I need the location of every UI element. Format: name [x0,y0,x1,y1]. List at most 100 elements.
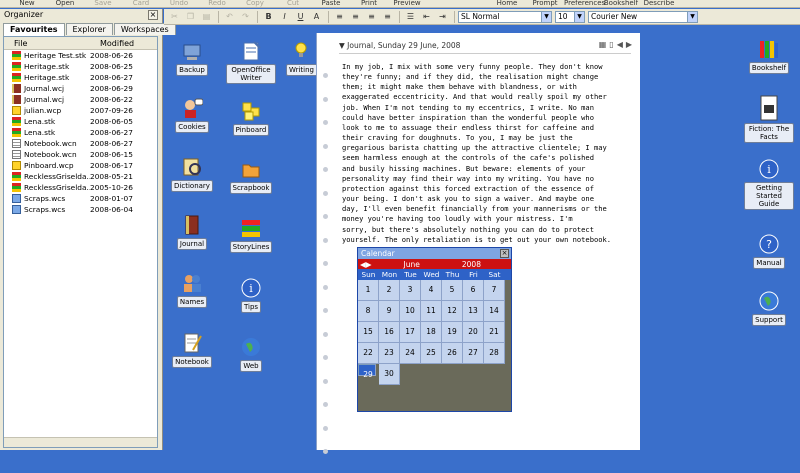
file-row[interactable]: Notebook.wcn 2008-06-15 [4,149,157,160]
menu-copy[interactable]: Copy [236,0,274,7]
calendar-day[interactable]: 23 [379,343,400,364]
desktop-item-notebook[interactable]: Notebook [168,332,216,368]
menu-cut[interactable]: Cut [274,0,312,7]
calendar-day[interactable]: 17 [400,322,421,343]
font-size-select[interactable]: 10 ▼ [555,10,585,23]
journal-text[interactable]: In my job, I mix with some very funny pe… [342,62,634,245]
desktop-item-pinboard[interactable]: Pinboard [226,100,276,136]
right-item-manual[interactable]: ? Manual [746,233,792,269]
file-row[interactable]: Scraps.wcs 2008-06-04 [4,204,157,215]
menu-save[interactable]: Save [84,0,122,7]
file-row[interactable]: Journal.wcj 2008-06-22 [4,94,157,105]
file-row[interactable]: Pinboard.wcp 2008-06-17 [4,160,157,171]
cut-icon[interactable]: ✂ [167,10,182,23]
file-row[interactable]: Notebook.wcn 2008-06-27 [4,138,157,149]
highlight-button[interactable]: A [309,10,324,23]
column-header-modified[interactable]: Modified [90,37,134,49]
desktop-item-tips[interactable]: i Tips [226,277,276,313]
align-right-icon[interactable]: ≡ [364,10,379,23]
tab-favourites[interactable]: Favourites [3,23,65,36]
calendar-day[interactable]: 6 [463,280,484,301]
calendar-month[interactable]: June [404,260,420,269]
desktop-item-names[interactable]: Names [168,272,216,308]
style-select[interactable]: SL Normal ▼ [458,10,552,23]
font-family-select[interactable]: Courier New ▼ [588,10,698,23]
right-item-support[interactable]: Support [746,290,792,326]
close-icon[interactable]: × [148,10,158,20]
previous-entry-icon[interactable]: ◀ [617,40,623,49]
file-row[interactable]: Heritage Test.stk 2008-06-26 [4,50,157,61]
previous-month-icon[interactable]: ◀▶ [360,260,372,269]
desktop-item-storylines[interactable]: StoryLines [226,217,276,253]
menu-bookshelf[interactable]: Bookshelf [602,0,640,7]
desktop-item-writing-prompts[interactable]: Writing Prompts [286,40,316,76]
italic-button[interactable]: I [277,10,292,23]
calendar-day[interactable]: 25 [421,343,442,364]
desktop-item-backup[interactable]: Backup [168,40,216,76]
file-row[interactable]: Journal.wcj 2008-06-29 [4,83,157,94]
page-icon[interactable]: ▯ [609,40,613,49]
align-center-icon[interactable]: ≡ [348,10,363,23]
calendar-day[interactable]: 22 [358,343,379,364]
bullet-list-icon[interactable]: ☰ [403,10,418,23]
desktop-item-journal[interactable]: Journal [168,214,216,250]
copy-icon[interactable]: ❐ [183,10,198,23]
menu-undo[interactable]: Undo [160,0,198,7]
calendar-day[interactable]: 21 [484,322,505,343]
calendar-day[interactable]: 11 [421,301,442,322]
calendar-day[interactable]: 2 [379,280,400,301]
menu-describe[interactable]: Describe [640,0,678,7]
outdent-icon[interactable]: ⇤ [419,10,434,23]
menu-print[interactable]: Print [350,0,388,7]
calendar-day[interactable]: 24 [400,343,421,364]
redo-icon[interactable]: ↷ [238,10,253,23]
menu-preferences[interactable]: Preferences [564,0,605,7]
file-row[interactable]: Heritage.stk 2008-06-25 [4,61,157,72]
file-row[interactable]: Lena.stk 2008-06-05 [4,116,157,127]
calendar-day[interactable]: 27 [463,343,484,364]
desktop-item-web[interactable]: Web [226,336,276,372]
file-row[interactable]: julian.wcp 2007-09-26 [4,105,157,116]
menu-prompt[interactable]: Prompt [526,0,564,7]
horizontal-scrollbar[interactable] [4,437,157,447]
menu-paste[interactable]: Paste [312,0,350,7]
calendar-day[interactable]: 5 [442,280,463,301]
desktop-item-openoffice-writer[interactable]: OpenOffice Writer [226,40,276,84]
column-header-file[interactable]: File [4,37,90,49]
close-icon[interactable]: × [500,249,509,258]
indent-icon[interactable]: ⇥ [435,10,450,23]
menu-home[interactable]: Home [488,0,526,7]
calendar-day[interactable]: 29 [358,364,376,379]
desktop-item-dictionary[interactable]: Dictionary [168,156,216,192]
calendar-day[interactable]: 30 [379,364,400,385]
file-row[interactable]: RecklessGriselda... 2008-05-21 [4,171,157,182]
desktop-item-cookies[interactable]: Cookies [168,97,216,133]
file-row[interactable]: Lena.stk 2008-06-27 [4,127,157,138]
calendar-day[interactable]: 20 [463,322,484,343]
right-item-getting-started-guide[interactable]: i Getting Started Guide [744,158,794,210]
file-row[interactable]: RecklessGriselda... 2005-10-26 [4,182,157,193]
menu-new[interactable]: New [8,0,46,7]
calendar-day[interactable]: 12 [442,301,463,322]
file-row[interactable]: Scraps.wcs 2008-01-07 [4,193,157,204]
calendar-day[interactable]: 3 [400,280,421,301]
calendar-day[interactable]: 28 [484,343,505,364]
menu-card[interactable]: Card [122,0,160,7]
bold-button[interactable]: B [261,10,276,23]
calendar-day[interactable]: 16 [379,322,400,343]
calendar-day[interactable]: 18 [421,322,442,343]
menu-open[interactable]: Open [46,0,84,7]
calendar-day[interactable]: 1 [358,280,379,301]
calendar-day[interactable]: 26 [442,343,463,364]
underline-button[interactable]: U [293,10,308,23]
menu-redo[interactable]: Redo [198,0,236,7]
right-item-bookshelf[interactable]: Bookshelf [746,38,792,74]
next-entry-icon[interactable]: ▶ [626,40,632,49]
tab-explorer[interactable]: Explorer [65,23,113,35]
calendar-day[interactable]: 14 [484,301,505,322]
justify-icon[interactable]: ≡ [380,10,395,23]
calendar-day[interactable]: 19 [442,322,463,343]
undo-icon[interactable]: ↶ [222,10,237,23]
paste-icon[interactable]: ▤ [199,10,214,23]
calendar-day[interactable]: 15 [358,322,379,343]
